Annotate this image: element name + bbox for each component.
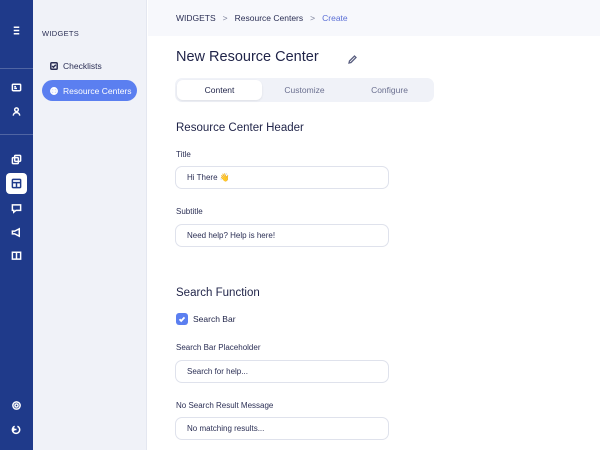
sidebar-item-label: Resource Centers (63, 85, 132, 96)
page-title: New Resource Center (176, 49, 319, 65)
title-label: Title (176, 150, 191, 159)
copy-icon[interactable] (6, 149, 27, 170)
breadcrumb: WIDGETS > Resource Centers > Create (148, 0, 600, 36)
tab-content[interactable]: Content (177, 80, 262, 100)
section-heading-search: Search Function (176, 287, 260, 299)
subtitle-label: Subtitle (176, 207, 203, 216)
sidebar-title: WIDGETS (42, 29, 80, 38)
megaphone-icon[interactable] (6, 222, 27, 243)
breadcrumb-resource-centers[interactable]: Resource Centers (235, 13, 304, 23)
search-bar-toggle[interactable]: Search Bar (176, 313, 236, 325)
sidebar-item-checklists[interactable]: Checklists (42, 55, 137, 76)
widgets-sidebar: WIDGETS Checklists Resource Centers (33, 0, 147, 450)
tab-customize[interactable]: Customize (262, 80, 347, 100)
placeholder-label: Search Bar Placeholder (176, 343, 261, 352)
settings-icon[interactable] (6, 395, 27, 416)
user-icon[interactable] (6, 101, 27, 122)
icon-rail (0, 0, 33, 450)
checkbox-checked-icon[interactable] (176, 313, 188, 325)
breadcrumb-widgets[interactable]: WIDGETS (176, 13, 216, 23)
logout-icon[interactable] (6, 419, 27, 440)
globe-icon (50, 86, 58, 95)
breadcrumb-separator: > (310, 13, 316, 23)
no-result-label: No Search Result Message (176, 401, 274, 410)
subtitle-field[interactable]: Need help? Help is here! (175, 224, 389, 247)
book-icon[interactable] (6, 245, 27, 266)
rail-divider (0, 68, 33, 69)
search-placeholder-field[interactable]: Search for help... (175, 360, 389, 383)
layout-icon[interactable] (6, 173, 27, 194)
tab-bar: Content Customize Configure (175, 78, 434, 102)
main-content: New Resource Center Content Customize Co… (148, 36, 600, 450)
search-bar-label: Search Bar (193, 314, 236, 324)
message-icon[interactable] (6, 198, 27, 219)
breadcrumb-separator: > (222, 13, 228, 23)
title-field[interactable]: Hi There 👋 (175, 166, 389, 189)
id-card-icon[interactable] (6, 77, 27, 98)
rail-divider (0, 134, 33, 135)
pencil-icon[interactable] (347, 52, 358, 64)
section-heading-header: Resource Center Header (176, 122, 304, 134)
tab-configure[interactable]: Configure (347, 80, 432, 100)
sidebar-item-label: Checklists (63, 60, 102, 71)
breadcrumb-create: Create (322, 13, 348, 23)
no-result-message-field[interactable]: No matching results... (175, 417, 389, 440)
sidebar-item-resource-centers[interactable]: Resource Centers (42, 80, 137, 101)
checkbox-icon (50, 61, 58, 70)
logo-icon[interactable] (6, 20, 27, 41)
